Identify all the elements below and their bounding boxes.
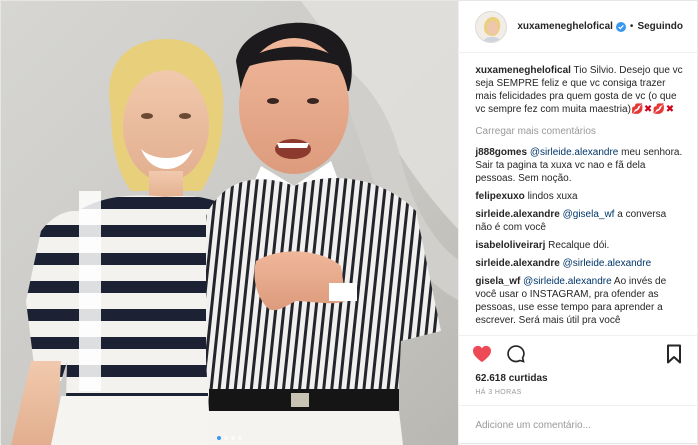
instagram-post: xuxameneghelofical • Seguindo xuxamenegh…: [0, 0, 698, 445]
comment: isabeloliveirarj Recalque dói.: [475, 239, 683, 252]
comment: sirleide.alexandre @sirleide.alexandre: [475, 257, 683, 270]
caption-username[interactable]: xuxameneghelofical: [475, 65, 571, 76]
comment-mention[interactable]: @sirleide.alexandre: [563, 258, 652, 269]
likes-count[interactable]: 62.618 curtidas: [459, 371, 697, 387]
header-username[interactable]: xuxameneghelofical: [517, 21, 613, 32]
comment-username[interactable]: isabeloliveirarj: [475, 240, 545, 251]
heart-icon[interactable]: [471, 343, 493, 365]
post-header: xuxameneghelofical • Seguindo: [459, 1, 697, 53]
post-side-panel: xuxameneghelofical • Seguindo xuxamenegh…: [458, 1, 697, 445]
verified-badge-icon: [615, 21, 626, 32]
comment: felipexuxo lindos xuxa: [475, 190, 683, 203]
carousel-dot[interactable]: [224, 436, 229, 440]
carousel-dots: [1, 436, 458, 440]
comment-text: lindos xuxa: [527, 191, 578, 202]
comment-username[interactable]: j888gomes: [475, 147, 527, 158]
following-button[interactable]: Seguindo: [637, 21, 683, 32]
caption-emoji: 💋✖💋✖: [630, 104, 675, 115]
comment: sirleide.alexandre @gisela_wf a conversa…: [475, 208, 683, 234]
carousel-dot[interactable]: [238, 436, 243, 440]
comment-username[interactable]: sirleide.alexandre: [475, 209, 560, 220]
load-more-comments-link[interactable]: Carregar mais comentários: [475, 125, 683, 138]
carousel-dot[interactable]: [217, 436, 222, 440]
post-caption: xuxameneghelofical Tio Silvio. Desejo qu…: [475, 64, 683, 116]
photo-image: [1, 1, 459, 445]
comment-mention[interactable]: @sirleide.alexandre: [530, 147, 619, 158]
comment: j888gomes @sirleide.alexandre meu senhor…: [475, 146, 683, 185]
add-comment-box: [459, 405, 697, 445]
avatar-image: [476, 11, 507, 42]
comment-mention[interactable]: @sirleide.alexandre: [523, 276, 612, 287]
add-comment-input[interactable]: [475, 420, 681, 431]
post-actions: [459, 335, 697, 371]
comments-list: xuxameneghelofical Tio Silvio. Desejo qu…: [459, 53, 697, 335]
bookmark-icon[interactable]: [663, 343, 685, 365]
comment: gisela_wf @sirleide.alexandre Ao invés d…: [475, 275, 683, 327]
carousel-dot[interactable]: [231, 436, 236, 440]
comment-text: Recalque dói.: [548, 240, 610, 251]
comment-mention[interactable]: @gisela_wf: [563, 209, 615, 220]
post-photo[interactable]: [1, 1, 459, 445]
comment-username[interactable]: gisela_wf: [475, 276, 520, 287]
comment-username[interactable]: felipexuxo: [475, 191, 524, 202]
header-separator: •: [629, 21, 634, 32]
post-timestamp[interactable]: HÁ 3 HORAS: [459, 387, 697, 405]
comment-icon[interactable]: [505, 343, 527, 365]
comment-username[interactable]: sirleide.alexandre: [475, 258, 560, 269]
avatar[interactable]: [475, 10, 508, 43]
